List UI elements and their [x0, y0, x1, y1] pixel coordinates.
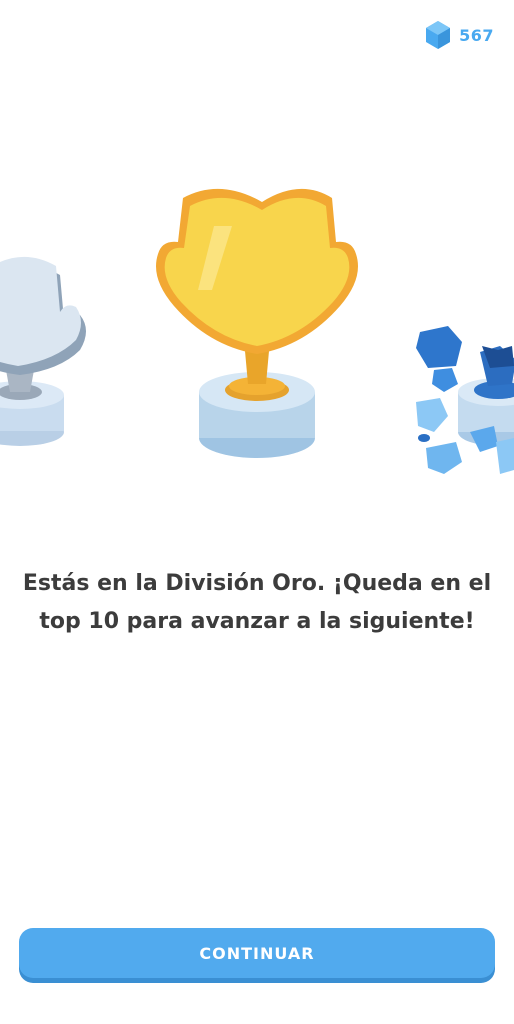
sapphire-trophy-icon [416, 326, 514, 474]
continue-button[interactable]: CONTINUAR [19, 928, 495, 978]
silver-trophy-icon [0, 256, 86, 446]
gem-icon [425, 20, 451, 50]
gems-counter[interactable]: 567 [425, 20, 494, 50]
division-message: Estás en la División Oro. ¡Queda en el t… [22, 571, 492, 634]
gold-trophy-icon [156, 188, 358, 458]
league-trophies [0, 170, 514, 490]
gems-count: 567 [459, 25, 494, 45]
